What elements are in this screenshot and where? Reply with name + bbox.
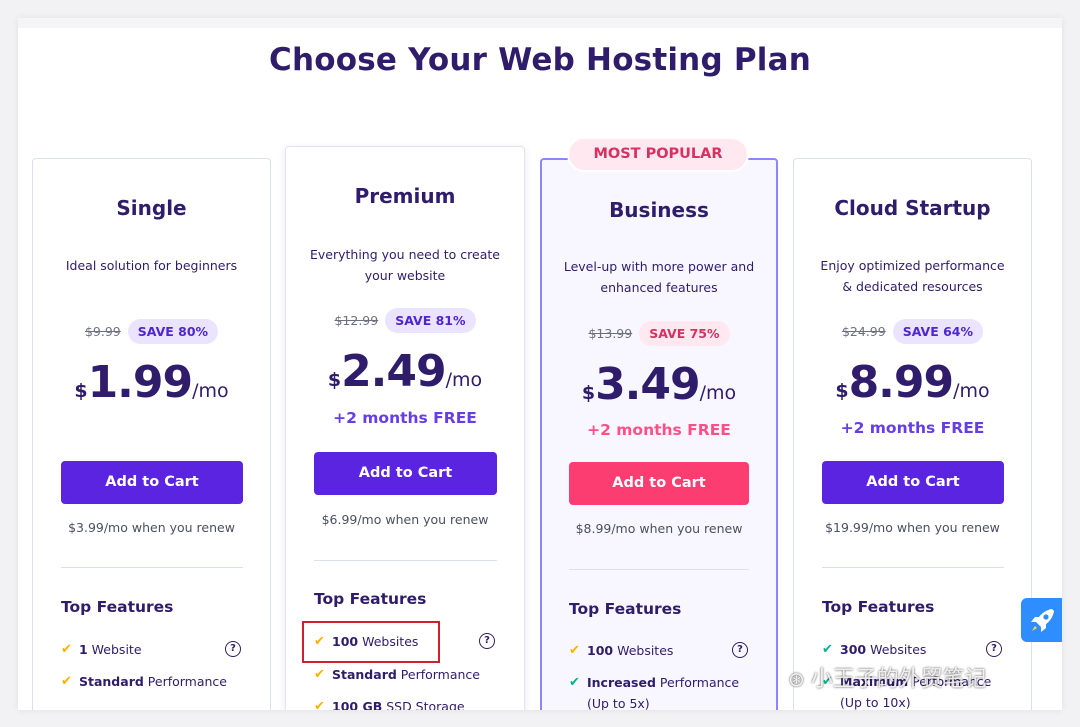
discount-row: $24.99 SAVE 64% <box>794 319 1031 344</box>
save-badge: SAVE 64% <box>892 319 984 344</box>
plan-name: Cloud Startup <box>834 196 991 220</box>
check-icon: ✔ <box>61 642 72 657</box>
divider <box>314 560 497 561</box>
top-features-heading: Top Features <box>61 598 174 616</box>
top-band <box>18 18 1062 28</box>
page-title: Choose Your Web Hosting Plan <box>269 42 811 78</box>
help-icon[interactable]: ? <box>986 641 1002 657</box>
top-features-heading: Top Features <box>314 590 427 608</box>
plan-price: $2.49/mo <box>286 346 524 397</box>
discount-row: $9.99 SAVE 80% <box>33 319 270 344</box>
plan-card-cloud-startup: Cloud Startup Enjoy optimized performanc… <box>793 158 1032 710</box>
check-icon: ✔ <box>569 675 580 690</box>
watermark-text: 小王子的外贸笔记 <box>810 667 987 692</box>
old-price: $24.99 <box>841 324 886 339</box>
discount-row: $12.99 SAVE 81% <box>286 308 524 333</box>
currency-symbol: $ <box>327 369 342 391</box>
plan-price: $3.49/mo <box>542 359 776 410</box>
renew-price: $8.99/mo when you renew <box>575 521 743 536</box>
divider <box>61 567 243 568</box>
check-icon: ✔ <box>314 667 325 682</box>
pricing-page: Choose Your Web Hosting Plan Single Idea… <box>18 18 1062 710</box>
wechat-icon: ⊛ <box>788 667 805 691</box>
help-icon[interactable]: ? <box>732 642 748 658</box>
old-price: $12.99 <box>334 313 379 328</box>
feature-item: 1 Website <box>79 642 142 657</box>
plan-description: Level-up with more power and enhanced fe… <box>563 259 755 295</box>
price-amount: 3.49 <box>595 359 701 410</box>
free-months: +2 months FREE <box>587 421 731 439</box>
price-amount: 2.49 <box>341 346 447 397</box>
plan-description: Everything you need to create your websi… <box>309 247 500 283</box>
discount-row: $13.99 SAVE 75% <box>542 321 776 346</box>
save-badge: SAVE 80% <box>127 319 219 344</box>
renew-price: $19.99/mo when you renew <box>825 520 1000 535</box>
feature-item: Standard Performance <box>332 667 480 682</box>
free-months: +2 months FREE <box>333 409 477 427</box>
top-features-heading: Top Features <box>569 600 682 618</box>
plan-name: Premium <box>354 184 456 208</box>
feature-item: Increased Performance (Up to 5x) <box>587 675 740 710</box>
check-icon: ✔ <box>822 642 833 657</box>
check-icon: ✔ <box>314 699 325 710</box>
currency-symbol: $ <box>835 380 849 402</box>
plan-description: Ideal solution for beginners <box>65 258 238 273</box>
plan-card-single: Single Ideal solution for beginners $9.9… <box>32 158 271 710</box>
add-to-cart-button[interactable]: Add to Cart <box>569 462 749 505</box>
most-popular-badge: MOST POPULAR <box>567 137 749 172</box>
plan-name: Business <box>609 198 709 222</box>
divider <box>822 567 1004 568</box>
save-badge: SAVE 75% <box>639 321 730 346</box>
add-to-cart-button[interactable]: Add to Cart <box>61 461 243 504</box>
add-to-cart-button[interactable]: Add to Cart <box>822 461 1004 504</box>
top-features-heading: Top Features <box>822 598 935 616</box>
plan-description: Enjoy optimized performance & dedicated … <box>820 258 1005 294</box>
feature-item: 100 GB SSD Storage <box>332 699 465 710</box>
renew-price: $3.99/mo when you renew <box>68 520 235 535</box>
rocket-icon <box>1031 609 1054 632</box>
plan-card-business: Business Level-up with more power and en… <box>540 158 778 710</box>
help-icon[interactable]: ? <box>479 633 495 649</box>
add-to-cart-button[interactable]: Add to Cart <box>314 452 497 495</box>
highlight-box <box>302 621 440 663</box>
watermark: ⊛ 小王子的外贸笔记 <box>788 661 987 693</box>
feature-item: 100 Websites <box>587 643 674 658</box>
rocket-launch-button[interactable] <box>1021 598 1062 642</box>
divider <box>569 569 749 570</box>
price-period: /mo <box>445 369 483 391</box>
feature-item: Standard Performance <box>79 674 227 689</box>
check-icon: ✔ <box>61 674 72 689</box>
price-period: /mo <box>699 382 737 404</box>
price-period: /mo <box>953 380 990 402</box>
plan-name: Single <box>116 196 187 220</box>
old-price: $9.99 <box>84 324 121 339</box>
check-icon: ✔ <box>569 643 580 658</box>
renew-price: $6.99/mo when you renew <box>321 512 489 527</box>
price-period: /mo <box>192 380 229 402</box>
price-amount: 8.99 <box>848 357 955 408</box>
currency-symbol: $ <box>74 380 88 402</box>
free-months: +2 months FREE <box>840 419 985 437</box>
currency-symbol: $ <box>581 382 596 404</box>
plan-price: $1.99/mo <box>33 357 270 408</box>
feature-item: 300 Websites <box>840 642 927 657</box>
plan-price: $8.99/mo <box>794 357 1031 408</box>
old-price: $13.99 <box>588 326 633 341</box>
price-amount: 1.99 <box>87 357 194 408</box>
save-badge: SAVE 81% <box>385 308 476 333</box>
help-icon[interactable]: ? <box>225 641 241 657</box>
